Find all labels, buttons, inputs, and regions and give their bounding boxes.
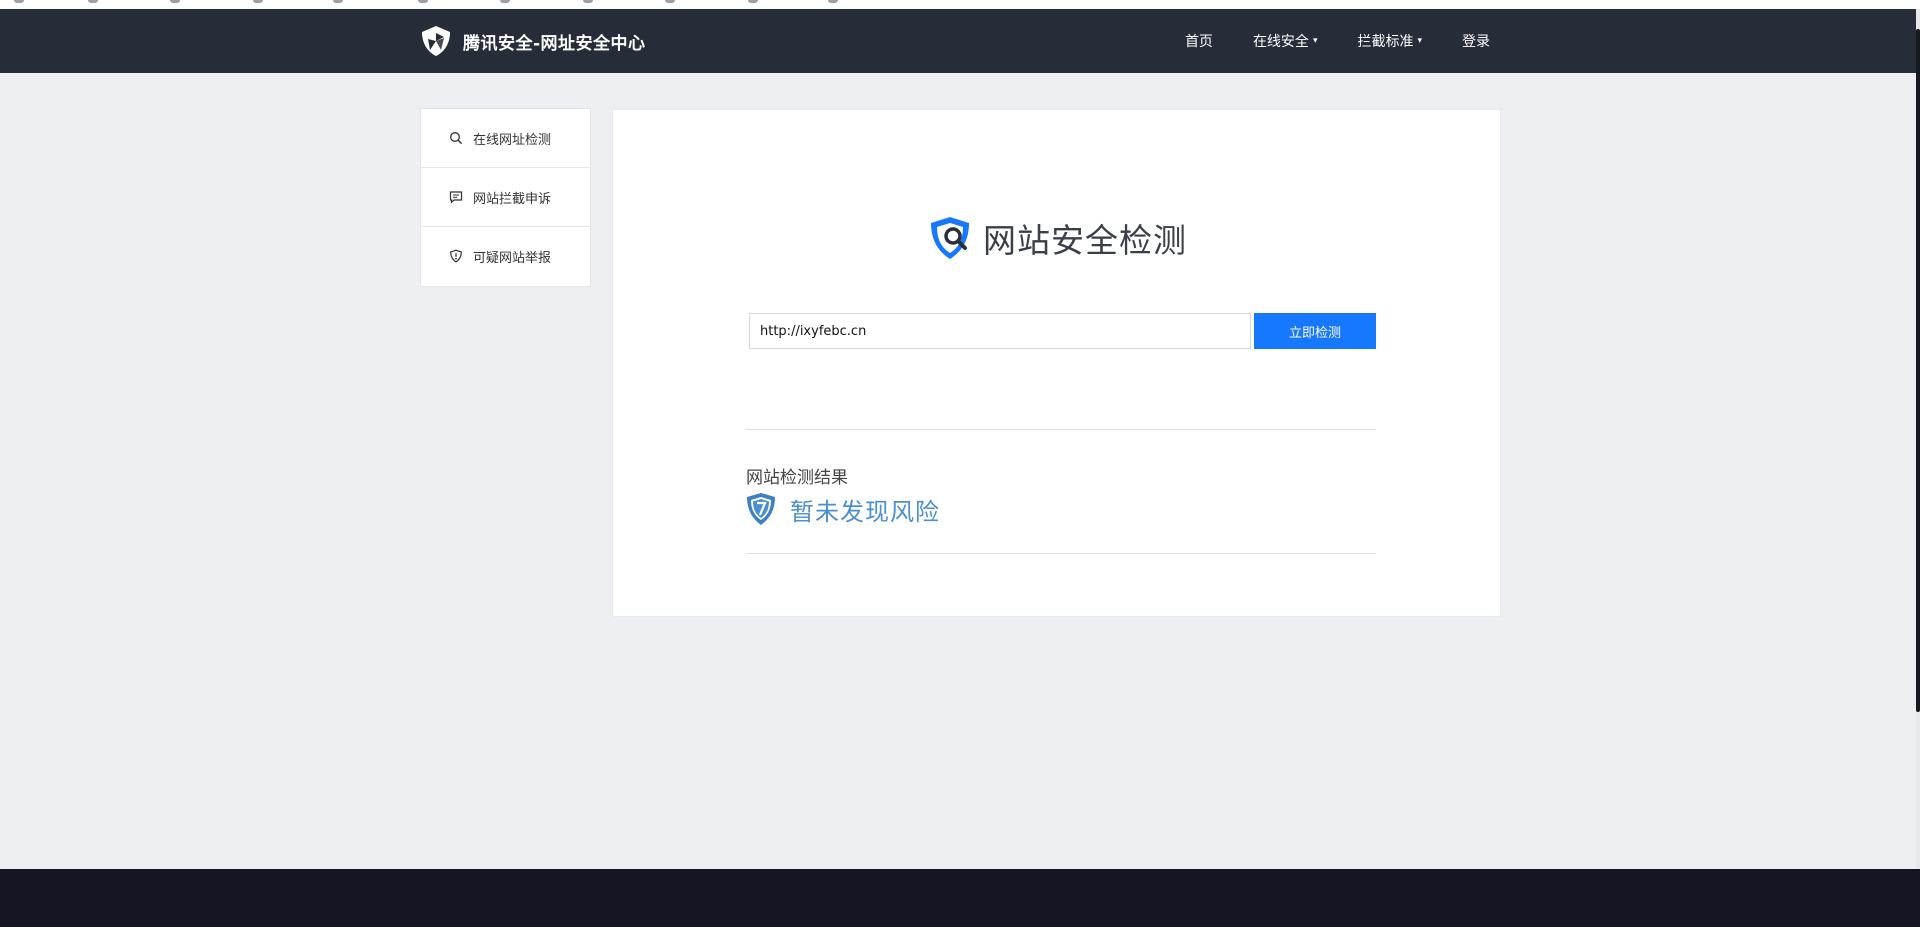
status-text: 暂未发现风险 bbox=[790, 497, 940, 526]
footer bbox=[0, 869, 1920, 927]
page-scrollbar[interactable] bbox=[1916, 9, 1920, 927]
nav-login[interactable]: 登录 bbox=[1462, 31, 1490, 51]
brand[interactable]: 腾讯安全-网址安全中心 bbox=[419, 24, 646, 58]
caret-down-icon: ▾ bbox=[1417, 36, 1422, 46]
brand-title: 腾讯安全-网址安全中心 bbox=[463, 33, 646, 54]
sidebar-item-appeal[interactable]: 网站拦截申诉 bbox=[421, 168, 590, 227]
sidebar-item-label: 可疑网站举报 bbox=[473, 250, 552, 266]
sidebar-item-label: 网站拦截申诉 bbox=[473, 191, 552, 207]
divider-bottom bbox=[746, 553, 1376, 554]
url-input[interactable] bbox=[749, 313, 1251, 349]
page-title-block: 网站安全检测 bbox=[929, 214, 1187, 262]
search-icon bbox=[449, 131, 463, 145]
sidebar-item-url-check[interactable]: 在线网址检测 bbox=[421, 109, 590, 168]
sidebar: 在线网址检测 网站拦截申诉 可疑网站举报 bbox=[420, 108, 591, 287]
page-title: 网站安全检测 bbox=[983, 221, 1187, 260]
top-navbar: 腾讯安全-网址安全中心 首页 在线安全 ▾ 拦截标准 ▾ 登录 bbox=[0, 9, 1916, 73]
result-status: 暂未发现风险 bbox=[746, 491, 940, 527]
nav-block-standard-label: 拦截标准 bbox=[1357, 34, 1414, 50]
nav-login-label: 登录 bbox=[1462, 34, 1490, 50]
divider-top bbox=[746, 429, 1376, 430]
check-now-button[interactable]: 立即检测 bbox=[1254, 313, 1376, 349]
browser-top-strip bbox=[0, 0, 1920, 9]
nav-online-security[interactable]: 在线安全 ▾ bbox=[1253, 31, 1318, 51]
nav-home-label: 首页 bbox=[1184, 34, 1213, 50]
shield-alert-icon bbox=[449, 249, 463, 263]
main-card: 网站安全检测 立即检测 网站检测结果 暂未发现风险 bbox=[612, 109, 1501, 617]
shield-search-logo-icon bbox=[929, 214, 975, 262]
main-nav: 首页 在线安全 ▾ 拦截标准 ▾ 登录 bbox=[1145, 9, 1490, 73]
nav-online-security-label: 在线安全 bbox=[1252, 34, 1309, 50]
sidebar-item-label: 在线网址检测 bbox=[473, 132, 552, 148]
caret-down-icon: ▾ bbox=[1312, 36, 1318, 46]
nav-block-standard[interactable]: 拦截标准 ▾ bbox=[1357, 31, 1422, 51]
result-label: 网站检测结果 bbox=[746, 468, 848, 488]
safe-shield-icon bbox=[746, 492, 776, 526]
scrollbar-thumb[interactable] bbox=[1916, 29, 1920, 712]
nav-home[interactable]: 首页 bbox=[1185, 31, 1213, 51]
tencent-security-logo-icon bbox=[419, 24, 453, 58]
sidebar-item-report[interactable]: 可疑网站举报 bbox=[421, 227, 590, 285]
comment-icon bbox=[449, 190, 463, 204]
